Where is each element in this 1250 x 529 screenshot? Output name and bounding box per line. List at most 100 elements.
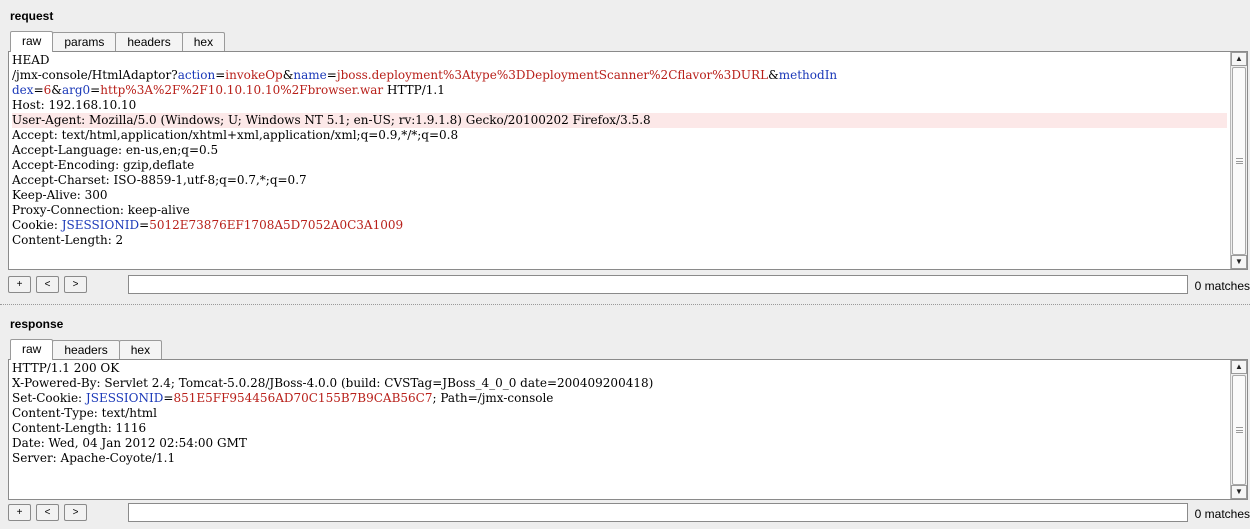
line-text: Content-Length: 2 — [12, 233, 124, 247]
request-line: Accept-Encoding: gzip,deflate — [12, 158, 1227, 173]
scroll-up-button[interactable]: ▲ — [1231, 360, 1247, 374]
request-line: Accept: text/html,application/xhtml+xml,… — [12, 128, 1227, 143]
request-text[interactable]: HEAD/jmx-console/HtmlAdaptor?action=invo… — [9, 52, 1230, 269]
request-line: Accept-Charset: ISO-8859-1,utf-8;q=0.7,*… — [12, 173, 1227, 188]
tab-raw[interactable]: raw — [10, 339, 54, 360]
param-name: name — [293, 68, 327, 82]
request-title: request — [10, 9, 54, 23]
line-text: Accept-Charset: ISO-8859-1,utf-8;q=0.7,*… — [12, 173, 307, 187]
param-name: methodIn — [778, 68, 838, 82]
line-text: Keep-Alive: 300 — [12, 188, 108, 202]
param-value: 5012E73876EF1708A5D7052A0C3A1009 — [149, 218, 404, 232]
tab-hex[interactable]: hex — [118, 340, 163, 360]
response-line: X-Powered-By: Servlet 2.4; Tomcat-5.0.28… — [12, 376, 1227, 391]
request-line: /jmx-console/HtmlAdaptor?action=invokeOp… — [12, 68, 1227, 83]
line-text: Server: Apache-Coyote/1.1 — [12, 451, 176, 465]
line-text: & — [282, 68, 294, 82]
add-search-button[interactable]: + — [8, 504, 31, 521]
param-name: JSESSIONID — [85, 391, 164, 405]
triangle-up-icon: ▲ — [1235, 54, 1243, 63]
line-text: = — [90, 83, 101, 97]
request-line: Accept-Language: en-us,en;q=0.5 — [12, 143, 1227, 158]
line-text: & — [768, 68, 779, 82]
request-line: Cookie: JSESSIONID=5012E73876EF1708A5D70… — [12, 218, 1227, 233]
add-search-button[interactable]: + — [8, 276, 31, 293]
tab-params[interactable]: params — [52, 32, 117, 52]
request-editor[interactable]: HEAD/jmx-console/HtmlAdaptor?action=invo… — [8, 51, 1248, 270]
request-tabs: raw params headers hex — [10, 31, 226, 52]
request-line: User-Agent: Mozilla/5.0 (Windows; U; Win… — [12, 113, 1227, 128]
request-line: dex=6&arg0=http%3A%2F%2F10.10.10.10%2Fbr… — [12, 83, 1227, 98]
response-panel: response raw headers hex HTTP/1.1 200 OK… — [0, 308, 1250, 529]
line-text: = — [215, 68, 226, 82]
response-line: Set-Cookie: JSESSIONID=851E5FF954456AD70… — [12, 391, 1227, 406]
line-text: ; Path=/jmx-console — [432, 391, 554, 405]
response-scrollbar[interactable]: ▲ ▼ — [1230, 360, 1247, 499]
request-line: Content-Length: 2 — [12, 233, 1227, 248]
previous-match-button[interactable]: < — [36, 504, 59, 521]
line-text: HTTP/1.1 — [383, 83, 445, 97]
response-match-count: 0 matches — [1194, 507, 1250, 521]
request-search-bar: + < > 0 matches — [8, 275, 1250, 295]
line-text: Accept: text/html,application/xhtml+xml,… — [12, 128, 459, 142]
line-text: Proxy-Connection: keep-alive — [12, 203, 190, 217]
triangle-down-icon: ▼ — [1235, 257, 1243, 266]
response-line: HTTP/1.1 200 OK — [12, 361, 1227, 376]
line-text: Accept-Encoding: gzip,deflate — [12, 158, 195, 172]
grip-icon — [1236, 158, 1243, 164]
param-value: 851E5FF954456AD70C155B7B9CAB56C7 — [173, 391, 433, 405]
param-value: invokeOp — [225, 68, 283, 82]
tab-headers[interactable]: headers — [52, 340, 120, 360]
line-text: /jmx-console/HtmlAdaptor? — [12, 68, 178, 82]
request-line: HEAD — [12, 53, 1227, 68]
line-text: = — [33, 83, 44, 97]
scroll-down-button[interactable]: ▼ — [1231, 255, 1247, 269]
request-line: Proxy-Connection: keep-alive — [12, 203, 1227, 218]
scroll-down-button[interactable]: ▼ — [1231, 485, 1247, 499]
response-title: response — [10, 317, 64, 331]
scroll-up-button[interactable]: ▲ — [1231, 52, 1247, 66]
next-match-button[interactable]: > — [64, 504, 87, 521]
param-value: http%3A%2F%2F10.10.10.10%2Fbrowser.war — [100, 83, 384, 97]
line-text: = — [163, 391, 174, 405]
param-name: dex — [12, 83, 34, 97]
scroll-thumb[interactable] — [1232, 67, 1246, 255]
response-line: Server: Apache-Coyote/1.1 — [12, 451, 1227, 466]
line-text: User-Agent: Mozilla/5.0 (Windows; U; Win… — [12, 113, 651, 127]
line-text: & — [51, 83, 62, 97]
response-editor[interactable]: HTTP/1.1 200 OK X-Powered-By: Servlet 2.4… — [8, 359, 1248, 500]
param-value: jboss.deployment%3Atype%3DDeploymentScan… — [336, 68, 769, 82]
line-text: Accept-Language: en-us,en;q=0.5 — [12, 143, 219, 157]
request-panel: request raw params headers hex HEAD/jmx-… — [0, 0, 1250, 301]
response-search-bar: + < > 0 matches — [8, 503, 1250, 523]
line-text: Cookie: — [12, 218, 62, 232]
line-text: Set-Cookie: — [12, 391, 86, 405]
line-text: = — [326, 68, 337, 82]
grip-icon — [1236, 427, 1243, 433]
request-match-count: 0 matches — [1194, 279, 1250, 293]
response-text[interactable]: HTTP/1.1 200 OK X-Powered-By: Servlet 2.4… — [9, 360, 1230, 499]
response-line: Date: Wed, 04 Jan 2012 02:54:00 GMT — [12, 436, 1227, 451]
response-line: Content-Type: text/html — [12, 406, 1227, 421]
response-search-input[interactable] — [128, 503, 1188, 522]
line-text: HTTP/1.1 200 OK — [12, 361, 120, 375]
next-match-button[interactable]: > — [64, 276, 87, 293]
request-search-input[interactable] — [128, 275, 1188, 294]
request-scrollbar[interactable]: ▲ ▼ — [1230, 52, 1247, 269]
scroll-thumb[interactable] — [1232, 375, 1246, 485]
line-text: HEAD — [12, 53, 50, 67]
tab-headers[interactable]: headers — [115, 32, 183, 52]
line-text: Host: 192.168.10.10 — [12, 98, 137, 112]
triangle-up-icon: ▲ — [1235, 362, 1243, 371]
response-tabs: raw headers hex — [10, 339, 163, 360]
line-text: X-Powered-By: Servlet 2.4; Tomcat-5.0.28… — [12, 376, 654, 390]
tab-raw[interactable]: raw — [10, 31, 54, 52]
tab-hex[interactable]: hex — [181, 32, 226, 52]
line-text: Content-Length: 1116 — [12, 421, 147, 435]
line-text: Content-Type: text/html — [12, 406, 157, 420]
line-text: Date: Wed, 04 Jan 2012 02:54:00 GMT — [12, 436, 247, 450]
param-name: JSESSIONID — [61, 218, 140, 232]
panel-divider[interactable] — [0, 301, 1250, 308]
request-line: Keep-Alive: 300 — [12, 188, 1227, 203]
previous-match-button[interactable]: < — [36, 276, 59, 293]
